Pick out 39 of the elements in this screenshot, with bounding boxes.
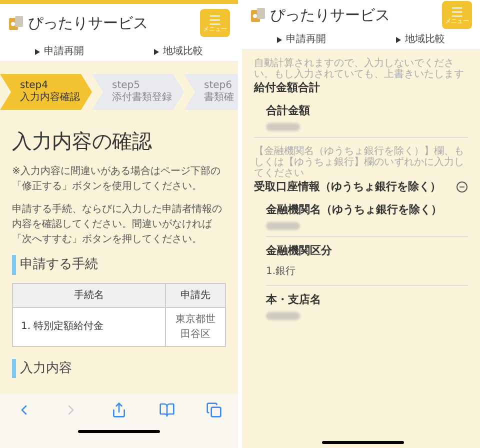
- hint-text: 自動計算されますので、入力しないでください。もし入力されていても、上書きいたします: [254, 58, 465, 80]
- redacted-value: [266, 222, 300, 230]
- table-cell: 1. 特別定額給付金: [12, 307, 166, 346]
- triangle-icon: [277, 36, 282, 42]
- redacted-value: [266, 123, 300, 131]
- hint-text: 【金融機関名（ゆうちょ銀行を除く）】欄、もしくは【ゆうちょ銀行】欄のいずれかに入力してください: [254, 146, 465, 179]
- triangle-icon: [154, 48, 159, 54]
- book-icon[interactable]: [158, 402, 175, 418]
- table-cell: 東京都世田谷区: [166, 307, 226, 346]
- collapse-icon[interactable]: [456, 181, 468, 194]
- menu-icon: [208, 13, 222, 27]
- field-label: 本・支店名: [266, 292, 322, 308]
- nav-link[interactable]: 地域比較: [405, 32, 445, 47]
- group-heading: 受取口座情報（ゆうちょ銀行を除く）: [254, 179, 441, 195]
- nav-link[interactable]: 地域比較: [163, 44, 203, 59]
- menu-icon: [450, 5, 464, 19]
- nav-link[interactable]: 申請再開: [286, 32, 326, 47]
- logo-icon: [8, 15, 24, 31]
- section-heading: 入力内容: [12, 358, 226, 378]
- group-heading: 給付金額合計: [254, 80, 320, 96]
- note-text: 申請する手続、ならびに入力した申請者情報の内容を確認してください。間違いがなければ「次へすすむ」ボタンを押してください。: [12, 202, 223, 247]
- tabs-icon[interactable]: [206, 402, 222, 418]
- triangle-icon: [35, 48, 40, 54]
- redacted-value: [266, 312, 300, 320]
- column-header: 申請先: [166, 283, 226, 307]
- site-title: ぴったりサービス: [28, 12, 148, 34]
- logo-icon: [250, 7, 266, 23]
- page-title: 入力内容の確認: [12, 128, 153, 155]
- share-icon[interactable]: [110, 402, 127, 418]
- nav-link[interactable]: 申請再開: [44, 44, 84, 59]
- note-text: ※入力内容に間違いがある場合はページ下部の「修正する」ボタンを使用してください。: [12, 164, 222, 194]
- field-label: 金融機関名（ゆうちょ銀行を除く）: [266, 202, 443, 218]
- field-label: 金融機関区分: [266, 243, 333, 259]
- section-heading: 申請する手続: [12, 255, 226, 274]
- column-header: 手続名: [12, 283, 166, 307]
- site-title: ぴったりサービス: [270, 4, 390, 26]
- triangle-icon: [396, 36, 401, 42]
- field-label: 合計金額: [266, 102, 311, 118]
- field-value: 1.銀行: [266, 264, 297, 278]
